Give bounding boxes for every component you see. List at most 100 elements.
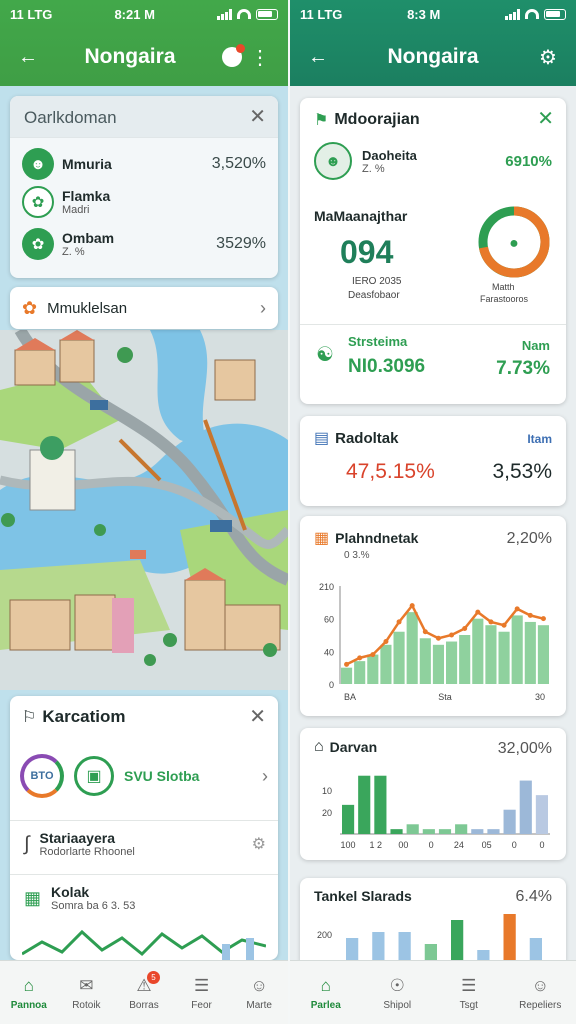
close-icon[interactable]: ✕ bbox=[249, 104, 266, 129]
flower-icon: ✿ bbox=[22, 297, 38, 318]
notification-icon[interactable] bbox=[218, 43, 246, 71]
x-tick-label: 0 bbox=[539, 840, 544, 850]
overview-item-sub: Z. % bbox=[62, 246, 85, 258]
bar bbox=[342, 804, 355, 834]
line-point bbox=[396, 619, 402, 625]
nav-item[interactable]: ☺ Repeliers bbox=[512, 975, 568, 1011]
y-tick-label: 0 bbox=[329, 680, 334, 690]
status-icons bbox=[216, 8, 278, 20]
overview-item-2[interactable]: ✿ Flamka Madri bbox=[22, 186, 266, 218]
metrics-item-sub: Z. % bbox=[362, 162, 385, 175]
tail-chart-card: Tankel Slarads 6.4% 200 bbox=[300, 878, 566, 968]
org-badge: BTO bbox=[20, 754, 64, 798]
nav-item[interactable]: ☰ Tsgt bbox=[441, 975, 497, 1011]
lower-card: ⚐ Karcatiom ✕ BTO ▣ SVU Slotba › ∫ Stari… bbox=[10, 696, 278, 960]
nav-label: Tsgt bbox=[459, 999, 478, 1011]
bar bbox=[503, 809, 516, 834]
category-row[interactable]: ✿ Mmuklelsan › bbox=[10, 287, 278, 329]
bar bbox=[487, 829, 500, 834]
stat-card[interactable]: ▤ Radoltak Itam 47,5.15% 3,53% bbox=[300, 416, 566, 506]
x-tick-label: 05 bbox=[482, 840, 492, 850]
divider bbox=[300, 324, 566, 325]
metrics-big-number: 094 bbox=[340, 234, 394, 270]
status-bar: 11 LTG 8:21 M bbox=[0, 0, 288, 28]
x-tick-label: 00 bbox=[398, 840, 408, 850]
signal-icon bbox=[216, 8, 232, 20]
city-map-illustration[interactable] bbox=[0, 330, 288, 690]
overview-item-label: Mmuria bbox=[62, 156, 112, 172]
nav-item[interactable]: ✉ Rotoik bbox=[58, 975, 114, 1011]
metrics-card-title: Mdoorajian bbox=[334, 111, 420, 128]
nav-item[interactable]: ⌂ Pannoa bbox=[1, 975, 57, 1011]
back-arrow-icon[interactable]: ← bbox=[14, 43, 42, 71]
stat-card-title: Radoltak bbox=[335, 429, 399, 447]
overview-item-1[interactable]: ☻ Mmuria 3,520% bbox=[22, 148, 266, 180]
line-chart-header: ▦ Plahndnetak bbox=[314, 528, 418, 548]
svg-text:●: ● bbox=[509, 235, 519, 252]
lower-card-title: Karcatiom bbox=[42, 707, 126, 726]
stat-card-right-label: Itam bbox=[527, 432, 552, 446]
user-icon: ☺ bbox=[531, 975, 549, 995]
more-vert-icon[interactable]: ⋮ bbox=[246, 43, 274, 71]
back-arrow-icon[interactable]: ← bbox=[304, 43, 332, 71]
bar bbox=[485, 625, 497, 684]
settings-icon[interactable]: ⚙ bbox=[252, 834, 266, 854]
chat-icon: ✉ bbox=[79, 975, 94, 995]
nav-item[interactable]: ☉ Shipol bbox=[369, 975, 425, 1011]
lower-card-header: ⚐ Karcatiom bbox=[10, 696, 278, 738]
lower-item-label: Stariaayera bbox=[39, 830, 115, 846]
app-title: Nongaira bbox=[387, 45, 479, 68]
status-bar: 11 LTG 8:3 M bbox=[290, 0, 576, 28]
line-chart-value: 2,20% bbox=[506, 530, 552, 547]
bar bbox=[459, 635, 471, 684]
overview-card: Oarlkdoman ✕ ☻ Mmuria 3,520% ✿ Flamka Ma… bbox=[10, 96, 278, 278]
bar bbox=[358, 775, 371, 834]
bar bbox=[537, 625, 549, 684]
y-tick-label: 20 bbox=[322, 808, 332, 818]
bar bbox=[367, 654, 379, 684]
overview-card-title: Oarlkdoman bbox=[24, 108, 117, 127]
lower-item-label: Kolak bbox=[51, 884, 90, 900]
gauge-chart: ● bbox=[478, 206, 550, 278]
bar bbox=[374, 775, 387, 834]
lower-item-2[interactable]: ▦ Kolak Somra ba 6 3. 53 bbox=[24, 884, 266, 912]
home-icon: ⌂ bbox=[314, 738, 324, 755]
bar-chart-header: ⌂ Darvan bbox=[314, 738, 377, 756]
y-tick-label: 10 bbox=[322, 786, 332, 796]
lower-item-1[interactable]: ∫ Stariaayera Rodorlarte Rhoonel ⚙ bbox=[24, 830, 266, 858]
footer-left-label: Strsteima bbox=[348, 334, 408, 349]
nav-item[interactable]: ⌂ Parlea bbox=[298, 975, 354, 1011]
status-icons bbox=[505, 8, 566, 20]
y-tick-label: 200 bbox=[317, 930, 332, 940]
close-icon[interactable]: ✕ bbox=[249, 704, 266, 729]
bar bbox=[422, 829, 435, 834]
calendar-icon: ▤ bbox=[314, 430, 330, 447]
stat-card-header: ▤ Radoltak bbox=[314, 428, 398, 448]
line-point bbox=[344, 661, 350, 667]
metrics-top-item[interactable]: ☻ Daoheita Z. % 6910% bbox=[314, 142, 552, 180]
nav-item[interactable]: ☰ Feor bbox=[174, 975, 230, 1011]
nav-item[interactable]: ☺ Marte bbox=[231, 975, 287, 1011]
bar bbox=[419, 638, 431, 684]
overview-item-sub: Madri bbox=[62, 204, 90, 216]
link-icon: ▣ bbox=[74, 756, 114, 796]
wrench-icon[interactable]: ⚙ bbox=[534, 43, 562, 71]
home-icon: ⌂ bbox=[23, 975, 34, 995]
x-tick-label: Sta bbox=[438, 692, 452, 702]
nav-label: Marte bbox=[246, 999, 272, 1011]
database-icon: ☰ bbox=[193, 975, 210, 995]
people-icon: ☻ bbox=[22, 148, 54, 180]
x-tick-label: 0 bbox=[512, 840, 517, 850]
bar bbox=[472, 618, 484, 684]
y-tick-label: 60 bbox=[324, 615, 334, 625]
org-row[interactable]: BTO ▣ SVU Slotba › bbox=[20, 752, 268, 800]
right-screen: 11 LTG 8:3 M ← Nongaira ⚙ ⚑ Mdoorajian ✕… bbox=[290, 0, 576, 1024]
close-icon[interactable]: ✕ bbox=[537, 106, 554, 131]
nav-item[interactable]: ⚠ 5 Borras bbox=[116, 970, 172, 1011]
x-tick-label: 24 bbox=[454, 840, 464, 850]
line-point bbox=[514, 606, 520, 612]
line-point bbox=[475, 609, 481, 615]
chart-icon: ☯ bbox=[316, 344, 334, 366]
bar bbox=[438, 829, 452, 834]
overview-item-3[interactable]: ✿ Ombam Z. % 3529% bbox=[22, 228, 266, 260]
